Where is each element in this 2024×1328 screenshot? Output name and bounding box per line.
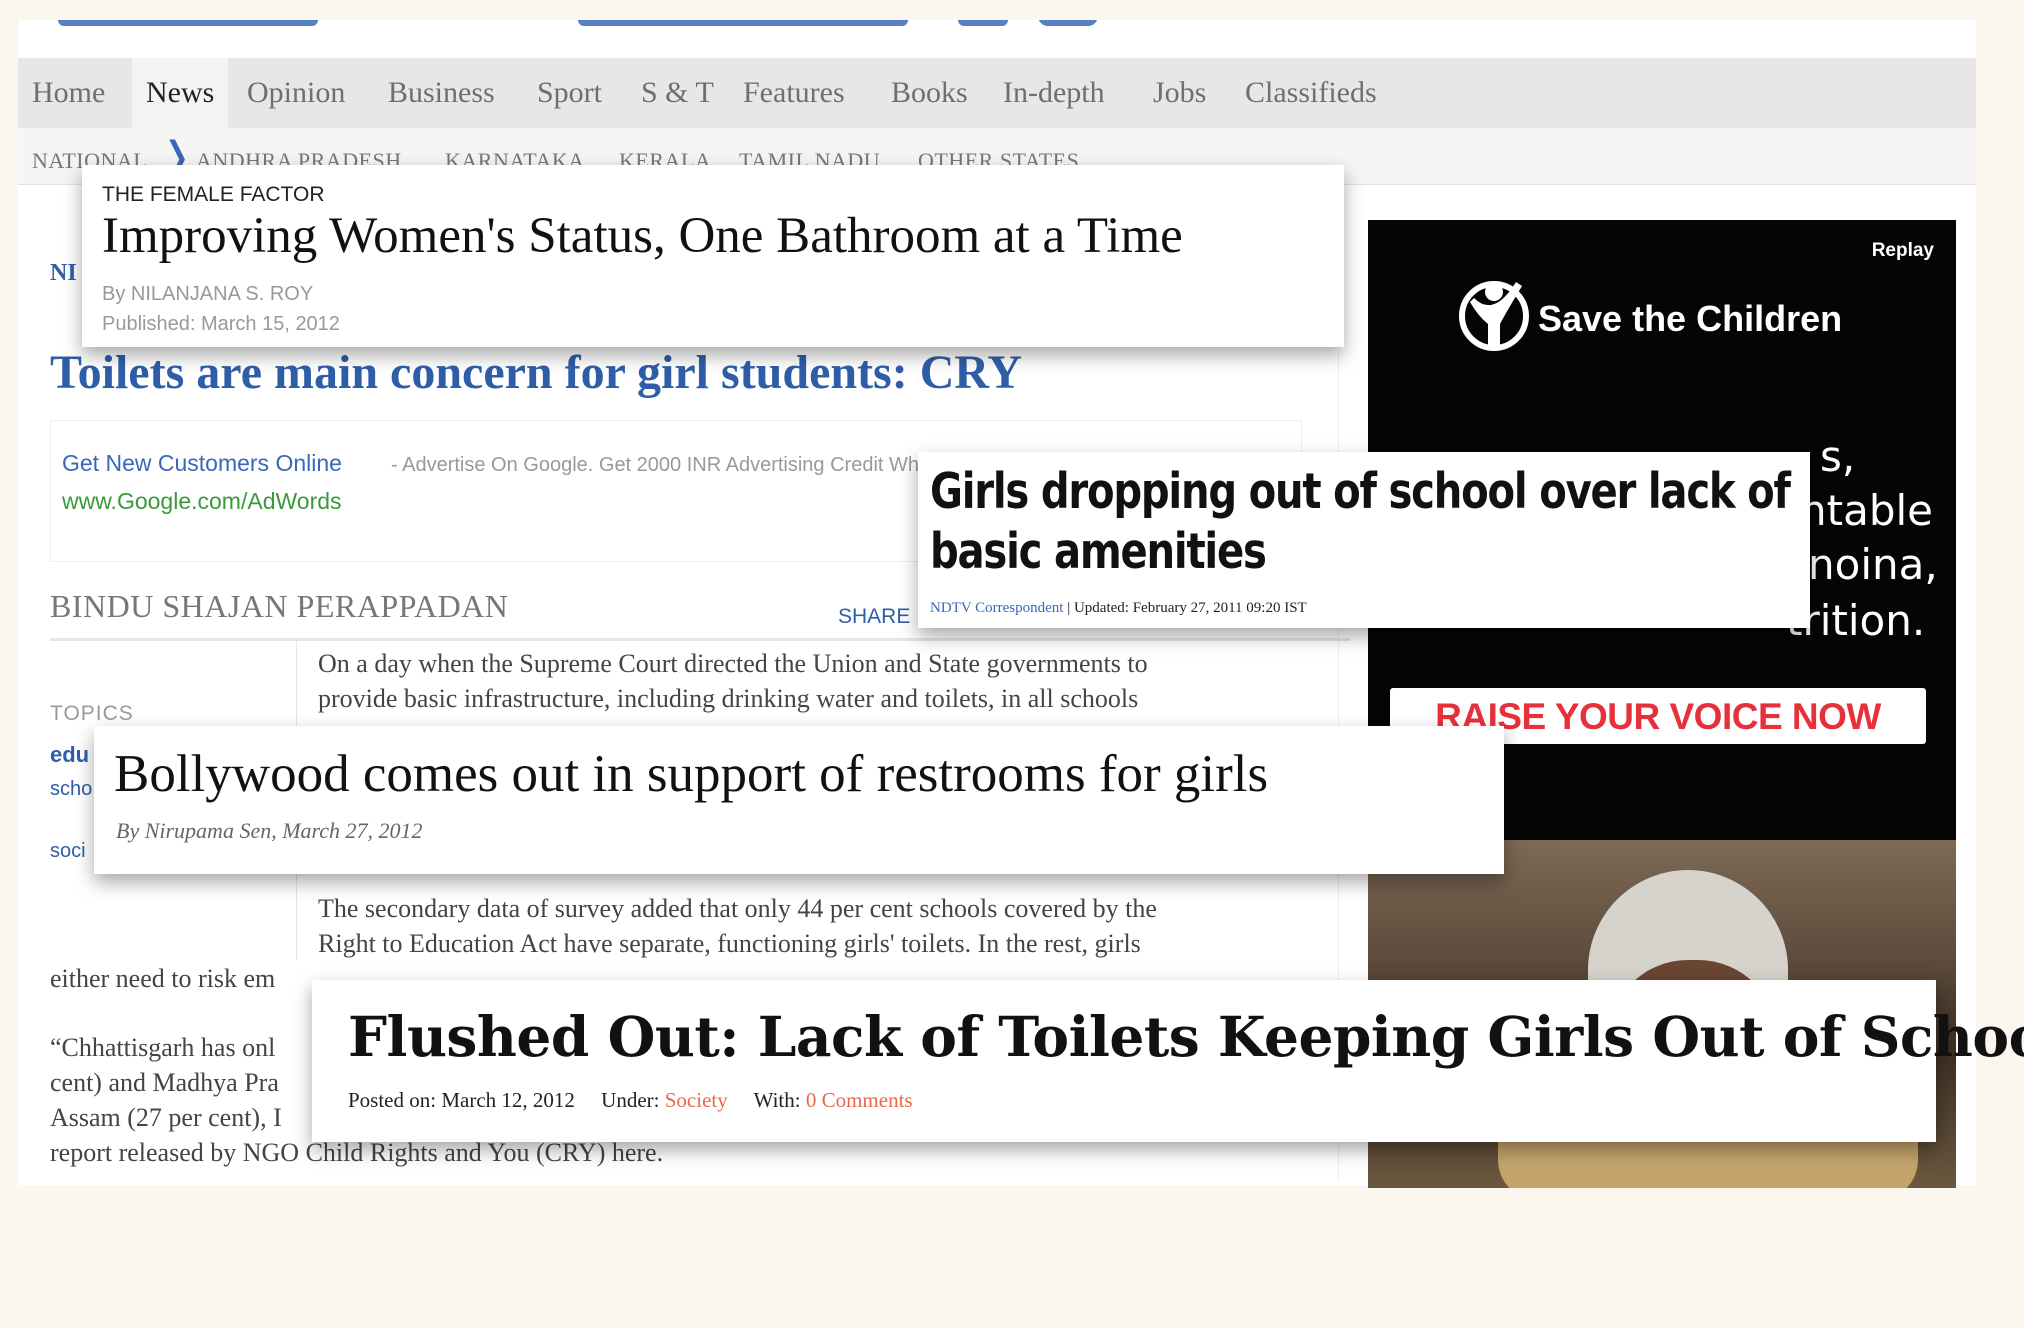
article-byline: BINDU SHAJAN PERAPPADAN <box>50 588 509 624</box>
headline-card-ndtv[interactable]: Girls dropping out of school over lack o… <box>918 452 1810 628</box>
card-kicker: THE FEMALE FACTOR <box>102 183 325 206</box>
nav-jobs[interactable]: Jobs <box>1153 58 1206 128</box>
ad-copy-line: s, <box>1820 432 1856 481</box>
nav-news[interactable]: News <box>132 58 229 128</box>
comments-link[interactable]: 0 Comments <box>806 1088 913 1112</box>
nav-sport[interactable]: Sport <box>537 58 602 128</box>
nav-books[interactable]: Books <box>891 58 968 128</box>
replay-button[interactable]: Replay <box>1872 240 1934 262</box>
card-title[interactable]: Bollywood comes out in support of restro… <box>114 744 1268 804</box>
nav-features[interactable]: Features <box>743 58 845 128</box>
paragraph-line: The secondary data of survey added that … <box>318 894 1157 923</box>
paragraph-line: Right to Education Act have separate, fu… <box>318 929 1141 958</box>
correspondent-link[interactable]: NDTV Correspondent <box>930 600 1063 616</box>
paragraph-line: Assam (27 per cent), I <box>50 1103 282 1132</box>
topics-label: TOPICS <box>50 702 134 725</box>
masthead <box>18 20 1976 58</box>
topic-tag[interactable]: edu <box>50 742 89 768</box>
ad-brand: Save the Children <box>1538 298 1843 339</box>
nav-business[interactable]: Business <box>388 58 495 128</box>
card-date: Published: March 15, 2012 <box>102 313 340 335</box>
paragraph-line: either need to risk em <box>50 964 276 993</box>
ad-copy-line: ntable <box>1800 486 1933 535</box>
ad-link[interactable]: Get New Customers Online <box>62 450 342 477</box>
nav-in-depth[interactable]: In-depth <box>1003 58 1105 128</box>
card-meta: NDTV Correspondent | Updated: February 2… <box>930 600 1307 617</box>
save-the-children-logo-icon <box>1459 281 1529 351</box>
card-title[interactable]: Flushed Out: Lack of Toilets Keeping Gir… <box>348 1004 2024 1069</box>
paragraph-line: On a day when the Supreme Court directed… <box>318 649 1148 678</box>
card-meta: Posted on: March 12, 2012 Under: Society… <box>348 1088 913 1113</box>
card-title[interactable]: Improving Women's Status, One Bathroom a… <box>102 207 1183 265</box>
nav-home[interactable]: Home <box>32 58 105 128</box>
share-button[interactable]: SHARE <box>838 605 910 629</box>
section-label[interactable]: NI <box>50 260 77 287</box>
topic-tag[interactable]: scho <box>50 778 92 801</box>
ad-copy-line: noina, <box>1808 540 1938 589</box>
paragraph-line: provide basic infrastructure, including … <box>318 684 1139 713</box>
category-link[interactable]: Society <box>665 1088 728 1112</box>
card-byline: By NILANJANA S. ROY <box>102 283 314 305</box>
nav-opinion[interactable]: Opinion <box>247 58 345 128</box>
paragraph-line: “Chhattisgarh has onl <box>50 1033 276 1062</box>
paragraph-line: cent) and Madhya Pra <box>50 1068 279 1097</box>
headline-card-flushed-out[interactable]: Flushed Out: Lack of Toilets Keeping Gir… <box>312 980 2024 1142</box>
nav-classifieds[interactable]: Classifieds <box>1245 58 1377 128</box>
main-nav: Home News Opinion Business Sport S & T F… <box>18 58 1976 128</box>
card-title[interactable]: Girls dropping out of school over lack o… <box>930 462 1807 582</box>
headline-card-bollywood[interactable]: Bollywood comes out in support of restro… <box>94 726 1504 874</box>
card-date: | Updated: February 27, 2011 09:20 IST <box>1063 600 1307 616</box>
nav-science-tech[interactable]: S & T <box>641 58 714 128</box>
divider <box>50 638 1350 641</box>
topic-tag[interactable]: soci <box>50 840 86 863</box>
article-headline: Toilets are main concern for girl studen… <box>50 346 1023 399</box>
card-byline: By Nirupama Sen, March 27, 2012 <box>116 818 423 843</box>
under-label: Under: <box>601 1088 660 1112</box>
headline-card-nyt[interactable]: THE FEMALE FACTOR Improving Women's Stat… <box>82 165 1344 347</box>
with-label: With: <box>753 1088 801 1112</box>
card-date: Posted on: March 12, 2012 <box>348 1088 575 1112</box>
ad-url[interactable]: www.Google.com/AdWords <box>62 488 342 515</box>
